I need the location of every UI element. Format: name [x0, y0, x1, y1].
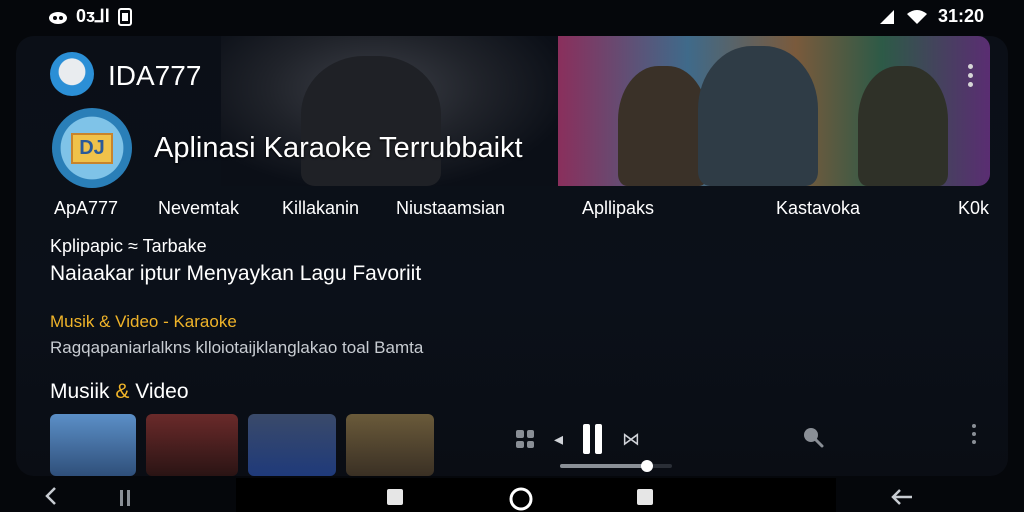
- more-options-icon[interactable]: [968, 64, 974, 91]
- hero-image-group: [558, 36, 990, 186]
- tab-niustaamsian[interactable]: Niustaamsian: [396, 198, 505, 219]
- section-title-amp: &: [115, 380, 130, 403]
- notification-icon: [117, 7, 132, 26]
- app-category[interactable]: Musik & Video - Karaoke: [50, 312, 237, 332]
- page-title: Aplinasi Karaoke Terrubbaikt: [154, 132, 523, 164]
- singer-figure: [301, 56, 441, 186]
- app-logo: DJ: [52, 108, 132, 188]
- tab-k0k[interactable]: K0k: [958, 198, 989, 219]
- tab-bar: ApA777 Nevemtak Killakanin Niustaamsian …: [54, 198, 994, 222]
- video-thumbnail[interactable]: [248, 414, 336, 476]
- pause-icon[interactable]: [583, 424, 603, 454]
- recents-icon[interactable]: [118, 488, 132, 508]
- previous-icon[interactable]: ◂: [554, 429, 563, 450]
- tab-apllipaks[interactable]: Apllipaks: [582, 198, 654, 219]
- grid-icon[interactable]: [516, 430, 534, 448]
- app-avatar[interactable]: [50, 52, 94, 96]
- app-description: Ragqapaniarlalkns klloiotaijklanglakao t…: [50, 338, 424, 357]
- wifi-icon: [906, 9, 928, 25]
- singer-figure: [858, 66, 948, 186]
- status-right: 31:20: [878, 6, 984, 27]
- back-icon[interactable]: [44, 486, 58, 506]
- status-time: 31:20: [937, 6, 984, 26]
- progress-fill: [560, 464, 648, 468]
- section-title-part1: Musiik: [50, 380, 116, 403]
- tab-killakanin[interactable]: Killakanin: [282, 198, 359, 219]
- video-thumbnails: [50, 414, 434, 476]
- status-left-text: 0ᴣ⅃l: [76, 6, 110, 26]
- status-left: 0ᴣ⅃l: [48, 6, 132, 27]
- singer-figure: [698, 46, 818, 186]
- tab-apa777[interactable]: ApA777: [54, 198, 118, 219]
- app-subtitle: Kplipapic ≈ Tarbake: [50, 236, 207, 256]
- video-thumbnail[interactable]: [50, 414, 136, 476]
- overview-icon[interactable]: [636, 488, 654, 506]
- signal-icon: [878, 9, 896, 25]
- progress-knob[interactable]: [641, 460, 654, 472]
- app-card: IDA777 DJ Aplinasi Karaoke Terrubbaikt A…: [16, 36, 1008, 476]
- next-icon[interactable]: ⋈: [622, 429, 640, 450]
- status-bar: 0ᴣ⅃l 31:20: [0, 0, 1024, 34]
- app-name: IDA777: [108, 60, 202, 91]
- app-tagline: Naiaakar iptur Menyaykan Lagu Favoriit: [50, 262, 422, 285]
- square-icon[interactable]: [386, 488, 404, 506]
- tab-kastavoka[interactable]: Kastavoka: [776, 198, 860, 219]
- singer-figure: [618, 66, 708, 186]
- section-title: Musiik & Video: [50, 380, 189, 404]
- more-options-icon[interactable]: [972, 424, 978, 448]
- system-nav-bar: [0, 478, 1024, 512]
- video-thumbnail[interactable]: [346, 414, 434, 476]
- home-icon[interactable]: [508, 486, 534, 512]
- section-title-part2: Video: [129, 380, 189, 403]
- player-controls: ◂ ⋈: [516, 424, 640, 454]
- search-icon[interactable]: [802, 426, 824, 448]
- cloud-icon: [48, 9, 68, 25]
- video-thumbnail[interactable]: [146, 414, 238, 476]
- progress-bar[interactable]: [560, 460, 672, 472]
- tab-nevemtak[interactable]: Nevemtak: [158, 198, 239, 219]
- nav-center: [236, 478, 836, 512]
- share-back-icon[interactable]: [890, 488, 914, 506]
